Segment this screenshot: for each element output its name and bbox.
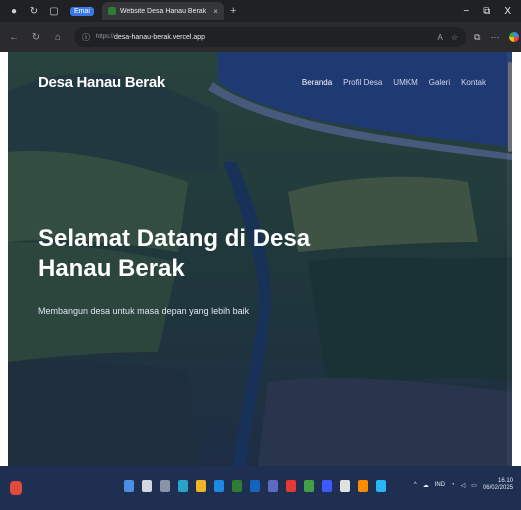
widgets-icon[interactable] <box>10 481 22 495</box>
onedrive-icon[interactable]: ☁ <box>423 482 429 489</box>
more-menu-icon[interactable]: ··· <box>490 32 499 42</box>
read-aloud-icon[interactable]: A <box>437 33 442 42</box>
site-info-icon[interactable]: ⓘ <box>82 32 90 43</box>
nav-umkm[interactable]: UMKM <box>393 78 417 87</box>
os-taskbar: ^ ☁ IND ◔ ◁ ▭ 16.10 06/02/2025 <box>0 466 521 510</box>
system-tray: ^ ☁ IND ◔ ◁ ▭ 16.10 06/02/2025 <box>414 478 513 492</box>
nav-galeri[interactable]: Galeri <box>429 78 450 87</box>
workspaces-icon[interactable]: ▢ <box>48 5 60 17</box>
home-icon[interactable]: ⌂ <box>50 32 66 43</box>
tab-group-chip[interactable]: Emai <box>70 6 94 16</box>
close-window-button[interactable]: X <box>504 6 511 17</box>
file-explorer-icon[interactable] <box>196 480 206 492</box>
browser-app-icon[interactable] <box>322 480 332 492</box>
clock[interactable]: 16.10 06/02/2025 <box>483 478 513 492</box>
taskbar-apps <box>124 480 386 492</box>
search-icon[interactable] <box>142 480 152 492</box>
clock-date: 06/02/2025 <box>482 485 513 492</box>
favicon-icon <box>107 7 116 15</box>
page-scrollbar[interactable] <box>507 52 512 466</box>
hero-subtitle: Membangun desa untuk masa depan yang leb… <box>38 306 250 316</box>
app-icon[interactable] <box>376 480 386 492</box>
site-nav: Beranda Profil Desa UMKM Galeri Kontak <box>302 78 486 87</box>
extensions-icon[interactable]: ⧉ <box>474 32 480 43</box>
tab-website-desa[interactable]: Website Desa Hanau Berak × <box>101 2 224 20</box>
browser-tools: ⧉ ··· <box>474 32 520 43</box>
restore-button[interactable]: ⧉ <box>483 6 490 17</box>
word-icon[interactable] <box>250 480 260 492</box>
store-icon[interactable] <box>214 480 224 492</box>
tray-chevron-icon[interactable]: ^ <box>414 482 417 488</box>
nav-profil-desa[interactable]: Profil Desa <box>343 78 382 87</box>
language-indicator[interactable]: IND <box>435 482 445 488</box>
whatsapp-icon[interactable] <box>304 480 314 492</box>
tab-title: Website Desa Hanau Berak <box>119 7 207 15</box>
window-controls: − ⧉ X <box>463 6 521 17</box>
nav-kontak[interactable]: Kontak <box>461 78 486 87</box>
back-icon[interactable]: ← <box>6 32 22 43</box>
new-tab-button[interactable]: + <box>230 5 236 17</box>
address-toolbar: ← ↻ ⌂ ⓘ https:// desa-hanau-berak.vercel… <box>0 22 521 52</box>
minimize-button[interactable]: − <box>463 6 469 17</box>
tab-close-icon[interactable]: × <box>213 7 218 16</box>
start-icon[interactable] <box>124 480 134 492</box>
browser-titlebar: ● ↻ ▢ Emai Website Desa Hanau Berak × + … <box>0 0 521 22</box>
teams-icon[interactable] <box>268 480 278 492</box>
profile-icon[interactable]: ● <box>8 5 20 17</box>
url-actions: A ☆ <box>437 33 466 42</box>
scroll-thumb[interactable] <box>508 62 512 152</box>
battery-icon[interactable]: ▭ <box>471 482 477 489</box>
edge-icon[interactable] <box>178 480 188 492</box>
volume-icon[interactable]: ◁ <box>461 482 466 489</box>
excel-icon[interactable] <box>232 480 242 492</box>
page-viewport: Desa Hanau Berak Beranda Profil Desa UMK… <box>8 52 512 466</box>
favorite-star-icon[interactable]: ☆ <box>451 33 458 42</box>
reload-icon[interactable]: ↻ <box>28 32 44 43</box>
url-scheme: https:// <box>96 34 115 40</box>
history-icon[interactable]: ↻ <box>28 5 40 17</box>
clock-time: 16.10 <box>497 478 513 484</box>
firefox-icon[interactable] <box>358 480 368 492</box>
steam-icon[interactable] <box>340 480 350 492</box>
task-view-icon[interactable] <box>160 480 170 492</box>
url-host: desa-hanau-berak.vercel.app <box>114 33 206 41</box>
chrome-icon[interactable] <box>286 480 296 492</box>
url-field[interactable]: ⓘ https:// desa-hanau-berak.vercel.app A… <box>74 27 466 47</box>
wifi-icon[interactable]: ◔ <box>451 482 455 488</box>
site-brand[interactable]: Desa Hanau Berak <box>38 74 165 91</box>
hero-title: Selamat Datang di Desa Hanau Berak <box>38 225 311 282</box>
copilot-icon[interactable] <box>509 32 520 42</box>
nav-beranda[interactable]: Beranda <box>302 78 332 87</box>
